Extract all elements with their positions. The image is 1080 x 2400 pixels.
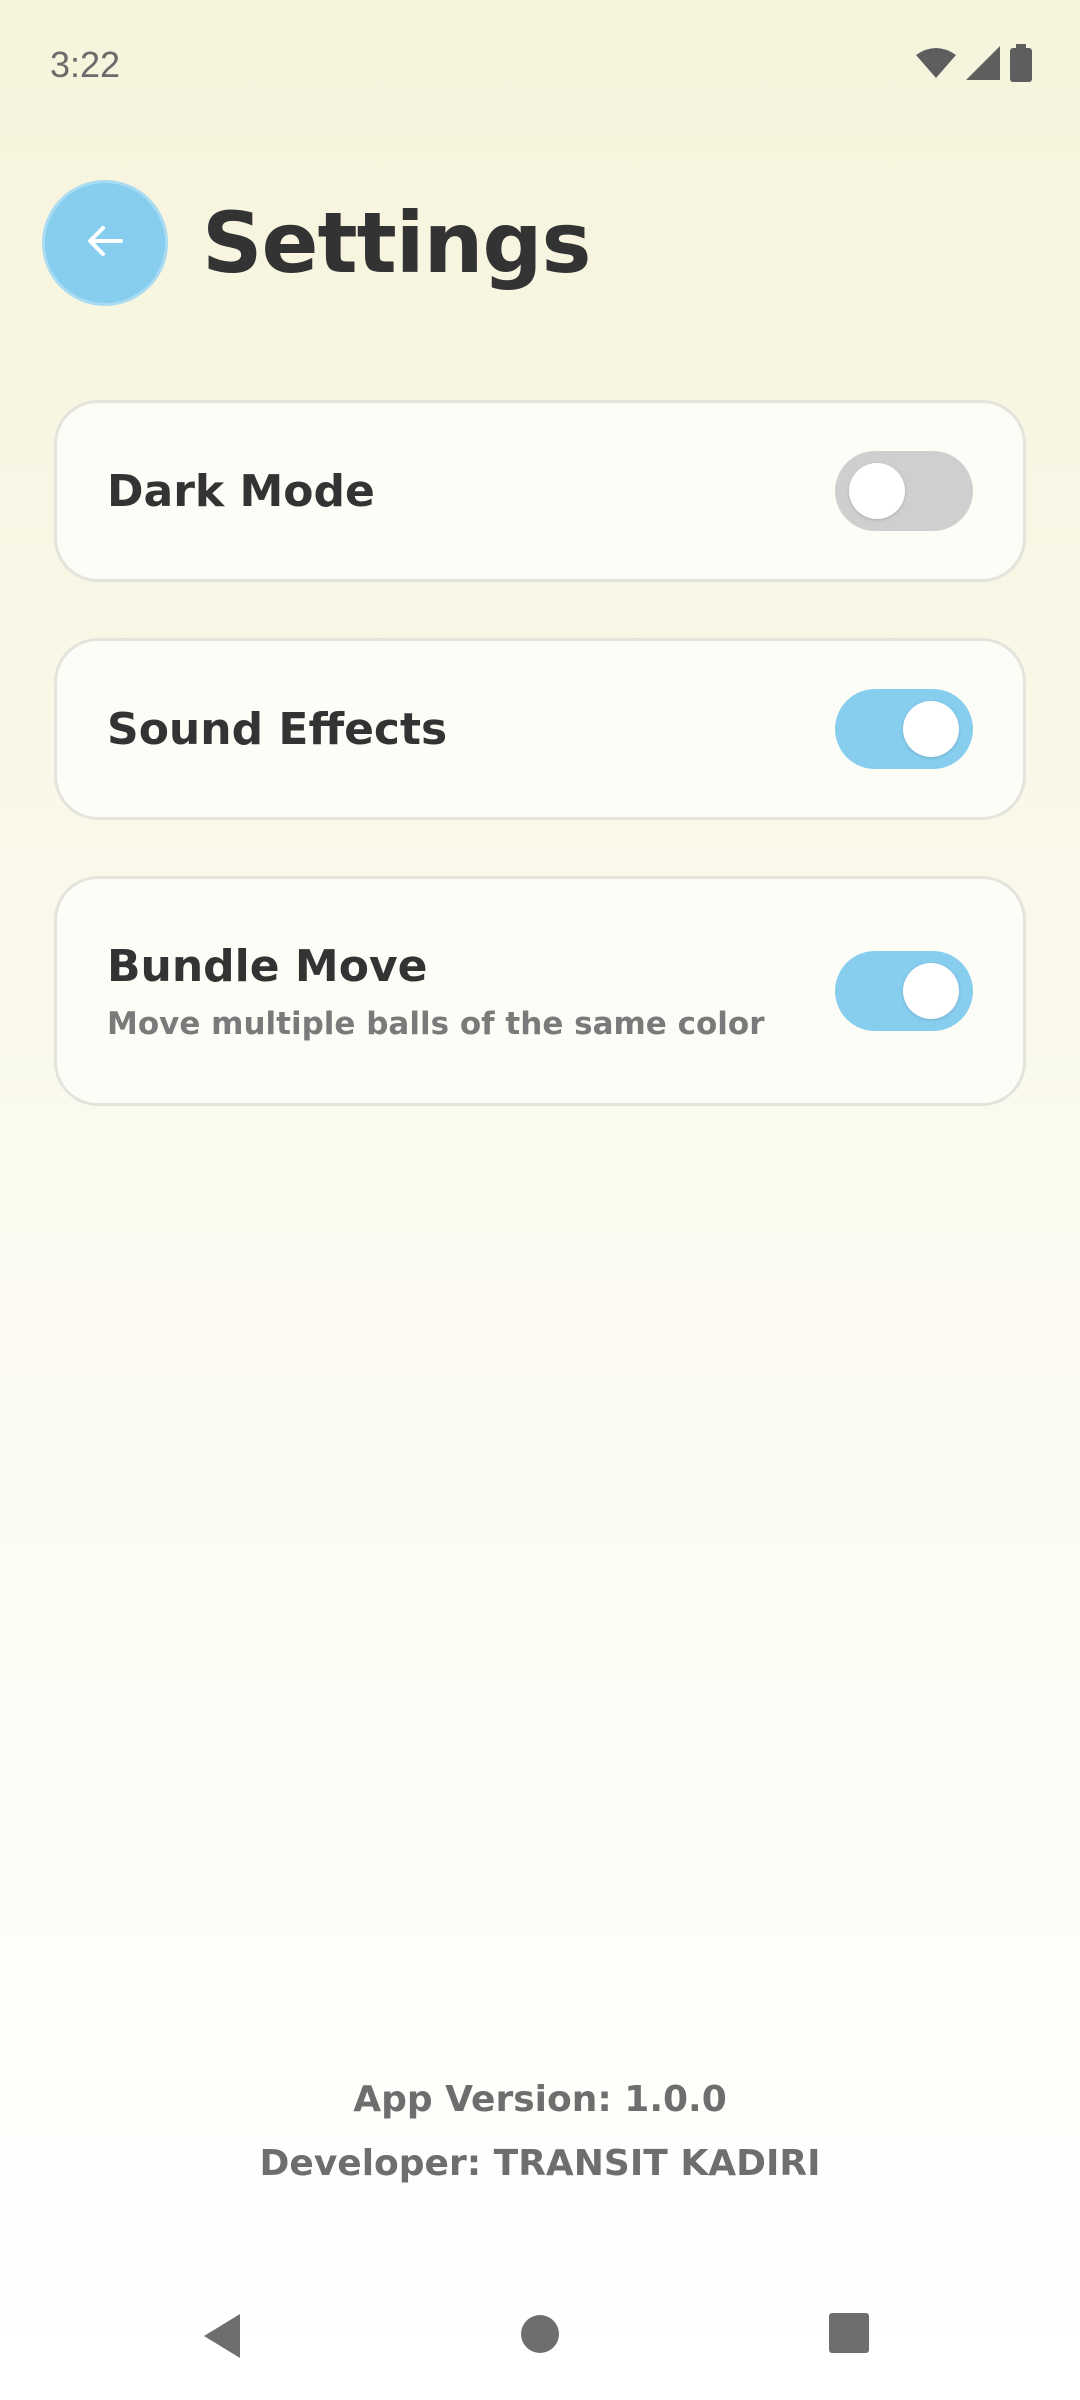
toggle-knob — [903, 701, 959, 757]
nav-home-icon[interactable] — [518, 2312, 562, 2360]
developer-credit: Developer: TRANSIT KADIRI — [259, 2143, 821, 2184]
setting-label-dark-mode: Dark Mode — [107, 465, 375, 517]
nav-recents-icon[interactable] — [828, 2312, 870, 2358]
sound-effects-toggle[interactable] — [835, 689, 973, 769]
setting-card-sound-effects: Sound Effects — [54, 638, 1026, 820]
setting-label-sound-effects: Sound Effects — [107, 703, 448, 755]
back-button[interactable] — [42, 180, 168, 306]
dark-mode-toggle[interactable] — [835, 451, 973, 531]
status-icons — [916, 44, 1032, 82]
cell-signal-icon — [966, 46, 1000, 80]
toggle-knob — [849, 463, 905, 519]
status-time: 3:22 — [50, 44, 121, 85]
setting-text: Dark Mode — [107, 466, 375, 517]
header: Settings — [42, 180, 591, 306]
arrow-left-icon — [83, 219, 127, 267]
app-version: App Version: 1.0.0 — [353, 2079, 727, 2120]
setting-label-bundle-move: Bundle Move — [107, 940, 428, 992]
setting-text: Bundle Move Move multiple balls of the s… — [107, 941, 765, 1042]
footer: App Version: 1.0.0 Developer: TRANSIT KA… — [0, 2068, 1080, 2196]
nav-back-icon[interactable] — [200, 2312, 244, 2364]
status-bar: 3:22 — [0, 0, 1080, 130]
setting-card-bundle-move: Bundle Move Move multiple balls of the s… — [54, 876, 1026, 1106]
battery-icon — [1010, 44, 1032, 82]
page-title: Settings — [202, 194, 591, 292]
wifi-icon — [916, 47, 956, 79]
settings-list: Dark Mode Sound Effects Bundle Move Move… — [54, 400, 1026, 1162]
setting-text: Sound Effects — [107, 704, 447, 755]
toggle-knob — [903, 963, 959, 1019]
setting-desc-bundle-move: Move multiple balls of the same color — [107, 1005, 765, 1042]
navigation-bar — [0, 2290, 1080, 2400]
bundle-move-toggle[interactable] — [835, 951, 973, 1031]
setting-card-dark-mode: Dark Mode — [54, 400, 1026, 582]
